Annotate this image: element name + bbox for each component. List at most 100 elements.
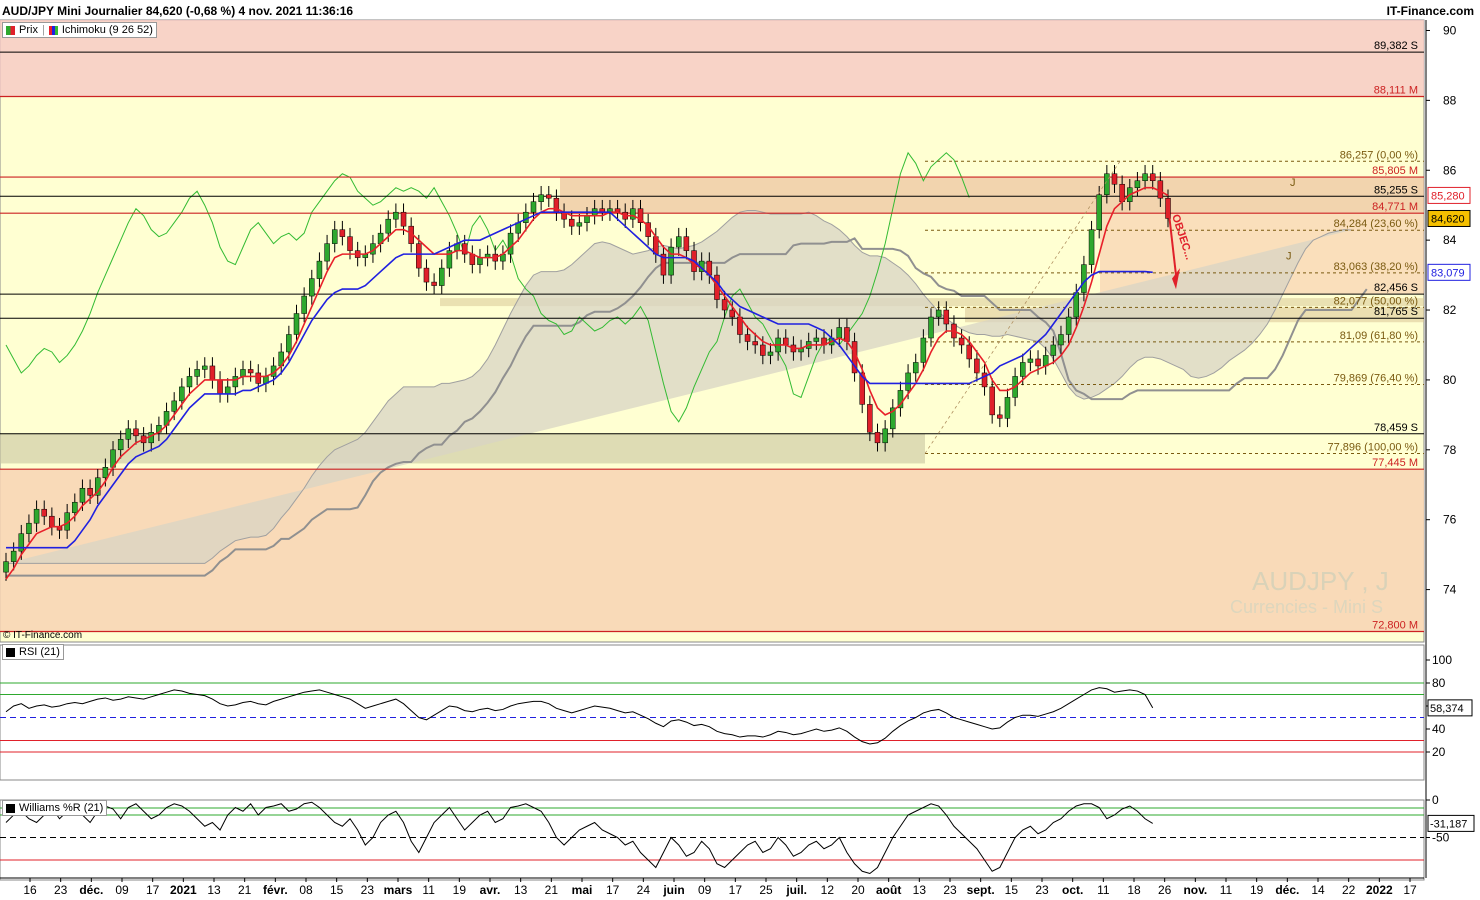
candle-body: [683, 236, 690, 251]
y-tick-label: 82: [1443, 303, 1457, 317]
x-tick-label: févr.: [263, 883, 288, 897]
wr-tick-label: 0: [1432, 793, 1439, 807]
x-tick-label: juil.: [785, 883, 807, 897]
price-level-label: 78,459 S: [1374, 422, 1418, 434]
x-tick-label: 11: [422, 883, 435, 897]
j-label-lower: J: [1286, 250, 1292, 262]
price-legend-label: Prix: [19, 24, 38, 36]
x-tick-label: 23: [1035, 883, 1049, 897]
price-level-label: 85,255 S: [1374, 184, 1418, 196]
current-price-tag: 84,620: [1431, 213, 1465, 225]
x-tick-label: mars: [384, 883, 413, 897]
y-tick-label: 88: [1443, 93, 1457, 107]
wr-tick-label: -50: [1432, 831, 1450, 845]
candle-body: [630, 208, 636, 220]
candle-body: [1111, 173, 1118, 185]
williams-legend[interactable]: Williams %R (21): [2, 800, 108, 816]
candle-body: [1058, 334, 1064, 346]
x-tick-label: 14: [1311, 883, 1325, 897]
x-tick-label: avr.: [480, 883, 501, 897]
candle-body: [546, 194, 552, 199]
candle-body: [49, 515, 55, 527]
price-level-label: 82,456 S: [1374, 282, 1418, 294]
x-tick-label: 21: [238, 883, 252, 897]
price-level-label: 86,257 (0,00 %): [1340, 149, 1418, 161]
ichimoku-legend-label: Ichimoku (9 26 52): [61, 24, 153, 36]
x-tick-label: 17: [729, 883, 743, 897]
williams-legend-label: Williams %R (21): [19, 802, 104, 814]
candle-body: [293, 313, 300, 335]
brand-label[interactable]: IT-Finance.com: [1387, 4, 1474, 18]
price-swatch-icon: [6, 25, 15, 35]
rsi-legend-label: RSI (21): [19, 646, 60, 658]
candle-body: [752, 341, 758, 346]
y-tick-label: 86: [1443, 163, 1457, 177]
williams-panel-bg: [0, 799, 1425, 881]
watermark-subtitle: Currencies - Mini S: [1230, 597, 1384, 617]
candle-body: [232, 376, 239, 388]
price-level-label: 77,445 M: [1372, 457, 1418, 469]
rsi-legend[interactable]: RSI (21): [2, 644, 64, 660]
candle-body: [26, 522, 32, 534]
candle-body: [286, 334, 292, 353]
x-tick-label: mai: [572, 883, 593, 897]
candle-body: [477, 257, 483, 265]
x-tick-label: 11: [1097, 883, 1110, 897]
rsi-tick-label: 100: [1432, 653, 1452, 667]
candle-body: [523, 211, 529, 223]
x-tick-label: 17: [1403, 883, 1417, 897]
candle-body: [179, 386, 185, 402]
candle-body: [721, 299, 728, 311]
x-tick-label: 20: [851, 883, 865, 897]
candle-body: [385, 218, 391, 234]
x-tick-label: 17: [146, 883, 160, 897]
price-ichimoku-legend[interactable]: Prix | Ichimoku (9 26 52): [2, 22, 157, 38]
candle-body: [989, 386, 995, 416]
candle-body: [125, 428, 132, 440]
candle-body: [87, 487, 93, 496]
williams-swatch-icon: [6, 803, 15, 813]
candle-body: [301, 295, 307, 314]
x-tick-label: déc.: [79, 883, 103, 897]
x-tick-label: 09: [115, 883, 129, 897]
candle-body: [912, 362, 919, 374]
candle-body: [148, 432, 154, 444]
candle-body: [461, 243, 468, 255]
x-tick-label: sept.: [967, 883, 995, 897]
candle-body: [1020, 362, 1026, 377]
x-tick-label: 09: [698, 883, 712, 897]
x-tick-label: 24: [637, 883, 651, 897]
candle-body: [224, 386, 231, 395]
x-tick-label: 13: [514, 883, 528, 897]
candle-body: [400, 211, 407, 227]
x-tick-label: 23: [943, 883, 957, 897]
candle-body: [584, 215, 590, 223]
resistance-zone-top: [0, 20, 1424, 97]
candle-body: [966, 344, 972, 360]
candle-body: [1134, 180, 1141, 188]
candle-body: [1027, 358, 1034, 363]
chart-title: AUD/JPY Mini Journalier 84,620 (-0,68 %)…: [2, 4, 354, 18]
x-tick-label: 15: [330, 883, 344, 897]
x-tick-label: 12: [821, 883, 835, 897]
candle-body: [171, 400, 177, 412]
candle-body: [958, 337, 965, 346]
candle-body: [331, 229, 338, 244]
y-tick-label: 76: [1443, 513, 1457, 527]
candle-body: [844, 327, 850, 342]
x-tick-label: 15: [1005, 883, 1019, 897]
candle-body: [186, 376, 193, 388]
kijun-value-tag: 83,079: [1431, 267, 1465, 279]
candle-body: [102, 467, 109, 479]
x-tick-label: 22: [1342, 883, 1356, 897]
price-level-label: 88,111 M: [1374, 84, 1418, 96]
candle-body: [3, 561, 9, 573]
price-level-label: 85,805 M: [1372, 165, 1418, 177]
candle-body: [836, 327, 843, 339]
candle-body: [416, 243, 422, 269]
j-label-upper: J: [1290, 177, 1296, 189]
rsi-value-tag: 58,374: [1430, 703, 1464, 715]
candle-body: [339, 229, 346, 237]
x-tick-label: 19: [453, 883, 467, 897]
candle-body: [18, 533, 25, 552]
